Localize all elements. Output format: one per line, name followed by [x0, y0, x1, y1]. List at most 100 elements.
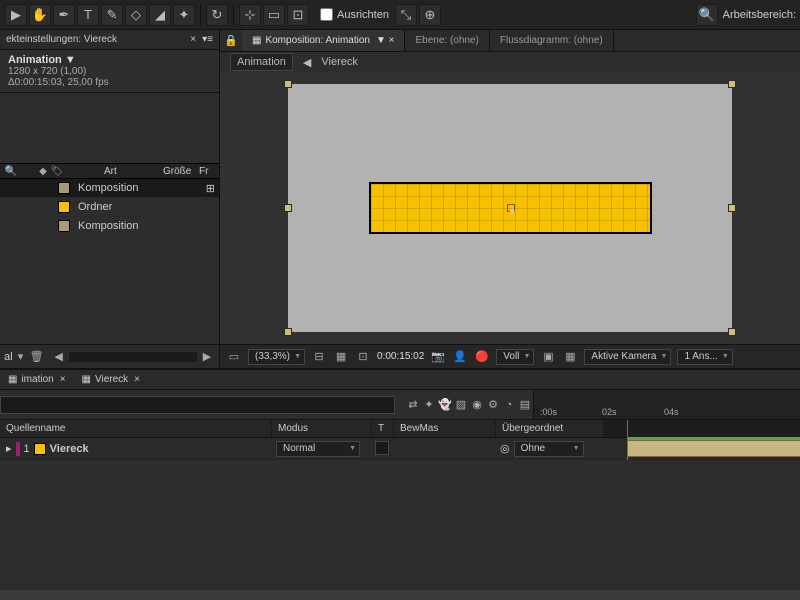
- viewer-tab-layer[interactable]: Ebene: (ohne): [405, 30, 489, 51]
- current-time[interactable]: 0:00:15:02: [377, 351, 424, 362]
- layer-swatch: [34, 443, 46, 455]
- ruler-tick: :00s: [540, 407, 557, 417]
- draft3d-icon[interactable]: ✦: [421, 397, 437, 413]
- pen-tool[interactable]: ✎: [101, 4, 123, 26]
- camera-dropdown[interactable]: Aktive Kamera: [584, 349, 671, 365]
- timeline-layer-row[interactable]: ▸ 1 Viereck Normal ◎ Ohne: [0, 438, 800, 460]
- brush-tool[interactable]: ✒: [53, 4, 75, 26]
- layer-name[interactable]: Viereck: [50, 443, 89, 455]
- text-tool[interactable]: T: [77, 4, 99, 26]
- selection-tool[interactable]: ▶: [5, 4, 27, 26]
- timeline-tabs: ▦ imation× ▦ Viereck×: [0, 368, 800, 390]
- timeline-tab[interactable]: ▦ Viereck×: [74, 370, 148, 389]
- pickwhip-icon[interactable]: ◎: [500, 442, 510, 455]
- always-preview-icon[interactable]: ▭: [226, 349, 242, 365]
- canvas-handle-br[interactable]: [728, 328, 736, 336]
- canvas-handle-tr[interactable]: [728, 80, 736, 88]
- eraser-tool[interactable]: ◢: [149, 4, 171, 26]
- project-row[interactable]: Komposition: [0, 217, 219, 236]
- snap-tool[interactable]: ⊡: [287, 4, 309, 26]
- frame-blend-icon[interactable]: ▨: [453, 397, 469, 413]
- layer-duration-bar[interactable]: [627, 440, 800, 457]
- mode-dropdown[interactable]: Normal: [276, 441, 360, 457]
- mask-tool[interactable]: ▭: [263, 4, 285, 26]
- rotate-tool[interactable]: ↻: [206, 4, 228, 26]
- project-row[interactable]: Ordner: [0, 198, 219, 217]
- current-time-indicator[interactable]: [627, 420, 628, 460]
- breadcrumb-sep: ◀: [303, 56, 311, 69]
- hide-shy-icon[interactable]: 👻: [437, 397, 453, 413]
- row-label-swatch: [58, 220, 70, 232]
- viewer-tab-comp[interactable]: ▦ Komposition: Animation▼ ×: [242, 30, 405, 51]
- composition-canvas[interactable]: ✦: [288, 84, 732, 332]
- layer-label-color: [16, 442, 20, 456]
- hand-tool[interactable]: ✋: [29, 4, 51, 26]
- canvas-handle-tl[interactable]: [284, 80, 292, 88]
- project-panel-tab[interactable]: ekteinstellungen: Viereck × ▾≡: [0, 30, 219, 50]
- composition-icon: ⊞: [206, 182, 215, 195]
- show-snapshot-icon[interactable]: 👤: [452, 349, 468, 365]
- scroll-right-icon[interactable]: ▶: [199, 349, 215, 365]
- comp-mini-icon: ▦: [8, 374, 17, 385]
- viewer-footer: ▭ (33,3%) ⊟ ▦ ⊡ 0:00:15:02 📷 👤 🔴 Voll ▣ …: [220, 344, 800, 368]
- row-label-swatch: [58, 182, 70, 194]
- trash-icon[interactable]: 🗑: [29, 349, 45, 365]
- scrollbar[interactable]: [69, 352, 197, 362]
- timeline-empty: [0, 460, 800, 590]
- viewer-tab-flowchart[interactable]: Flussdiagramm: (ohne): [490, 30, 614, 51]
- breadcrumb-active[interactable]: Animation: [230, 53, 293, 71]
- graph-editor-icon[interactable]: ▤: [517, 397, 533, 413]
- time-ruler[interactable]: :00s 02s 04s: [533, 390, 800, 419]
- canvas-handle-bl[interactable]: [284, 328, 292, 336]
- anchor-point-icon[interactable]: ✦: [507, 204, 515, 212]
- parent-dropdown[interactable]: Ohne: [514, 441, 584, 457]
- align-checkbox[interactable]: [320, 8, 333, 21]
- transparency-grid-icon[interactable]: ▦: [333, 349, 349, 365]
- views-dropdown[interactable]: 1 Ans...: [677, 349, 732, 365]
- brainstorm-icon[interactable]: ⚙: [485, 397, 501, 413]
- snap-icon[interactable]: ⤡: [395, 4, 417, 26]
- project-panel: ekteinstellungen: Viereck × ▾≡ Animation…: [0, 30, 220, 368]
- align-label: Ausrichten: [337, 9, 389, 21]
- canvas-area[interactable]: ✦: [220, 72, 800, 344]
- search-icon[interactable]: 🔍: [696, 4, 718, 26]
- channels-icon[interactable]: 🔴: [474, 349, 490, 365]
- work-area-bar[interactable]: [627, 437, 800, 440]
- snapshot-icon[interactable]: 📷: [430, 349, 446, 365]
- motion-blur-icon[interactable]: ◉: [469, 397, 485, 413]
- anchor-tool[interactable]: ⊹: [239, 4, 261, 26]
- bpc-dropdown[interactable]: ▾: [13, 349, 29, 365]
- comp-mini-flow-icon[interactable]: ⇄: [405, 397, 421, 413]
- comp-mini-icon: ▦: [82, 374, 91, 385]
- layer-toggle-icon[interactable]: ▸: [6, 442, 12, 455]
- search-ext-icon[interactable]: ⊕: [419, 4, 441, 26]
- track-matte-toggle[interactable]: [375, 441, 389, 455]
- puppet-tool[interactable]: ✦: [173, 4, 195, 26]
- lock-icon[interactable]: 🔒: [220, 33, 242, 49]
- autokeyframe-icon[interactable]: ◔: [501, 397, 517, 413]
- grid-icon[interactable]: ▦: [562, 349, 578, 365]
- canvas-handle-l[interactable]: [284, 204, 292, 212]
- shape-rectangle[interactable]: ✦: [369, 182, 652, 234]
- roi-icon[interactable]: ▣: [540, 349, 556, 365]
- shape-tool[interactable]: ◇: [125, 4, 147, 26]
- breadcrumb-item[interactable]: Viereck: [321, 56, 357, 68]
- ruler-tick: 02s: [602, 407, 617, 417]
- comp-tab-icon: ▦: [252, 35, 261, 46]
- workspace-label: Arbeitsbereich:: [723, 9, 796, 21]
- project-row[interactable]: Komposition ⊞: [0, 179, 219, 198]
- timeline-search[interactable]: [0, 396, 395, 414]
- resolution-dropdown[interactable]: Voll: [496, 349, 534, 365]
- comp-duration: Δ0:00:15:03, 25,00 fps: [8, 77, 211, 88]
- zoom-dropdown[interactable]: (33,3%): [248, 349, 305, 365]
- scroll-left-icon[interactable]: ◀: [51, 349, 67, 365]
- main-toolbar: ▶ ✋ ✒ T ✎ ◇ ◢ ✦ ↻ ⊹ ▭ ⊡ Ausrichten ⤡ ⊕ 🔍…: [0, 0, 800, 30]
- search-small-icon[interactable]: 🔍: [4, 164, 18, 178]
- canvas-handle-r[interactable]: [728, 204, 736, 212]
- res-half-icon[interactable]: ⊟: [311, 349, 327, 365]
- tag-col-icon: 🏷: [50, 164, 64, 178]
- project-footer: al ▾ 🗑 ◀ ▶: [0, 344, 219, 368]
- timeline-tab[interactable]: ▦ imation×: [0, 370, 74, 389]
- comp-title[interactable]: Animation ▼: [8, 54, 211, 66]
- mask-visibility-icon[interactable]: ⊡: [355, 349, 371, 365]
